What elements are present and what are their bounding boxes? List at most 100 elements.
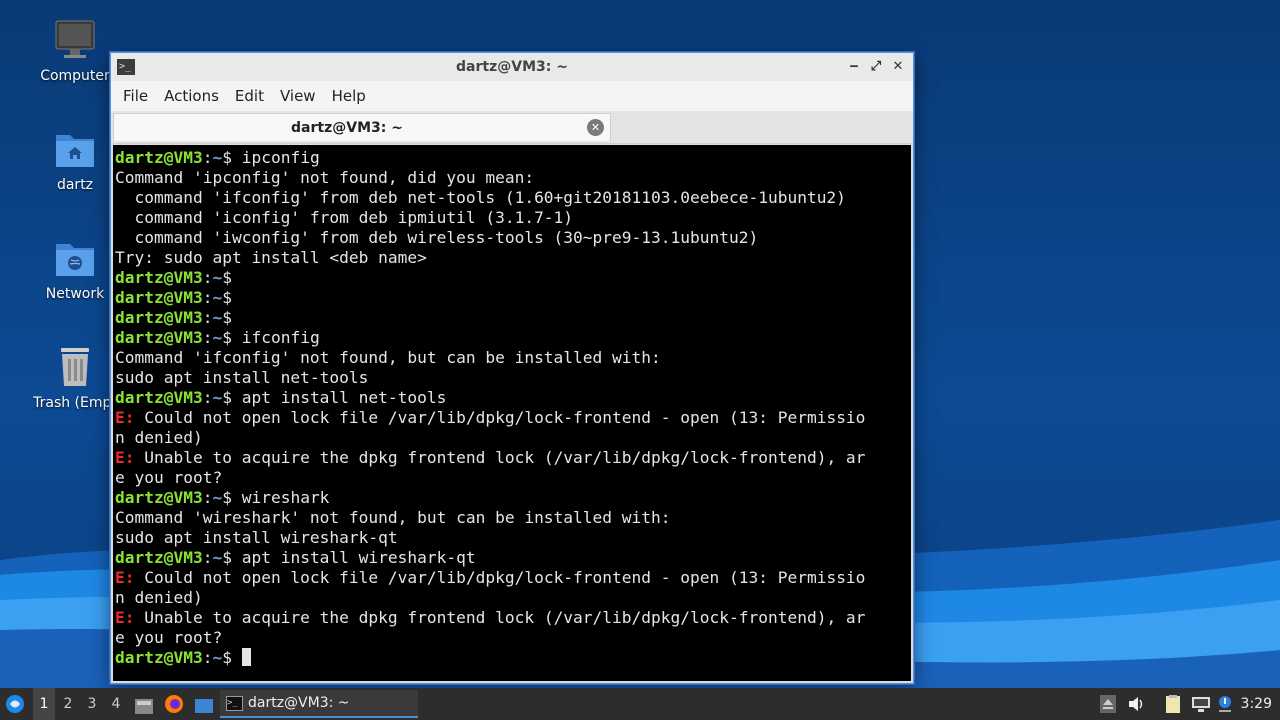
output-text: Try: sudo apt install <deb name> (115, 248, 427, 267)
output-text: sudo apt install net-tools (115, 368, 369, 387)
tab-close-icon[interactable]: ✕ (587, 119, 604, 136)
output-text: command 'ifconfig' from deb net-tools (1… (115, 188, 846, 207)
terminal-line: E: Unable to acquire the dpkg frontend l… (115, 608, 911, 628)
tab-terminal[interactable]: dartz@VM3: ~ ✕ (113, 113, 611, 141)
prompt-symbol: $ (222, 328, 242, 347)
menu-edit[interactable]: Edit (227, 87, 272, 105)
terminal-cursor (241, 648, 251, 666)
terminal-output[interactable]: dartz@VM3:~$ ipconfig Command 'ipconfig' … (113, 145, 911, 681)
network-status-icon[interactable] (1191, 695, 1210, 713)
output-text: e you root? (115, 628, 223, 647)
prompt-symbol: $ (222, 648, 242, 667)
window-titlebar[interactable]: >_ dartz@VM3: ~ ‒ ⤢ ✕ (111, 53, 913, 81)
terminal-line: command 'ifconfig' from deb net-tools (1… (115, 188, 911, 208)
output-text: Command 'wireshark' not found, but can b… (115, 508, 671, 527)
prompt-user: dartz@VM3 (115, 268, 203, 287)
workspace-1[interactable]: 1 (33, 688, 55, 720)
terminal-line: Command 'ifconfig' not found, but can be… (115, 348, 911, 368)
output-text: Command 'ifconfig' not found, but can be… (115, 348, 661, 367)
prompt-colon: : (202, 548, 213, 567)
volume-icon[interactable] (1127, 695, 1145, 713)
terminal-line: n denied) (115, 588, 911, 608)
terminal-line: e you root? (115, 628, 911, 648)
menu-actions[interactable]: Actions (156, 87, 227, 105)
desktop-icon-label: dartz (56, 177, 94, 193)
workspace-3[interactable]: 3 (81, 688, 103, 720)
error-text: Could not open lock file /var/lib/dpkg/l… (134, 568, 866, 587)
output-text: sudo apt install wireshark-qt (115, 528, 398, 547)
error-text: Unable to acquire the dpkg frontend lock… (134, 448, 866, 467)
desktop-icon-label: Network (45, 286, 105, 302)
prompt-colon: : (202, 268, 213, 287)
maximize-button[interactable]: ⤢ (867, 57, 885, 77)
terminal-line: dartz@VM3:~$ (115, 308, 911, 328)
command-text: wireshark (241, 488, 330, 507)
error-prefix: E: (115, 608, 135, 627)
desktop-icon-trash[interactable]: Trash (Empt (27, 345, 123, 411)
error-prefix: E: (115, 448, 135, 467)
file-manager-icon[interactable] (134, 695, 154, 714)
output-text: Command 'ipconfig' not found, did you me… (115, 168, 535, 187)
prompt-symbol: $ (222, 268, 242, 287)
prompt-user: dartz@VM3 (115, 308, 203, 327)
prompt-path: ~ (212, 268, 223, 287)
taskbar-terminal-button[interactable]: >_ dartz@VM3: ~ (220, 690, 418, 718)
taskbar-task-label: dartz@VM3: ~ (248, 695, 350, 711)
desktop-icon-network[interactable]: Network (27, 236, 123, 302)
workspace-4[interactable]: 4 (105, 688, 127, 720)
prompt-user: dartz@VM3 (115, 288, 203, 307)
desktop-icon-computer[interactable]: Computer (27, 18, 123, 84)
close-button[interactable]: ✕ (889, 57, 907, 77)
terminal-line: dartz@VM3:~$ apt install wireshark-qt (115, 548, 911, 568)
error-text: Could not open lock file /var/lib/dpkg/l… (134, 408, 866, 427)
tab-bar: dartz@VM3: ~ ✕ (111, 111, 913, 144)
desktop-icon-home[interactable]: dartz (27, 127, 123, 193)
prompt-user: dartz@VM3 (115, 388, 203, 407)
clipboard-icon[interactable] (1164, 695, 1182, 713)
workspace-2[interactable]: 2 (57, 688, 79, 720)
notification-icon[interactable] (1217, 695, 1235, 713)
prompt-user: dartz@VM3 (115, 488, 203, 507)
output-text: n denied) (115, 428, 203, 447)
prompt-colon: : (202, 648, 213, 667)
desktop-icon-label: Trash (Empt (33, 395, 117, 411)
terminal-line: dartz@VM3:~$ (115, 648, 911, 668)
command-text: apt install wireshark-qt (241, 548, 476, 567)
terminal-line: dartz@VM3:~$ wireshark (115, 488, 911, 508)
prompt-colon: : (202, 388, 213, 407)
error-prefix: E: (115, 408, 135, 427)
output-text: command 'iwconfig' from deb wireless-too… (115, 228, 759, 247)
minimize-button[interactable]: ‒ (845, 57, 863, 77)
window-title: dartz@VM3: ~ (456, 59, 568, 75)
terminal-line: dartz@VM3:~$ ifconfig (115, 328, 911, 348)
menu-view[interactable]: View (272, 87, 324, 105)
terminal-line: Command 'ipconfig' not found, did you me… (115, 168, 911, 188)
error-prefix: E: (115, 568, 135, 587)
menu-file[interactable]: File (115, 87, 156, 105)
start-menu-icon[interactable] (4, 694, 26, 714)
terminal-line: dartz@VM3:~$ ipconfig (115, 148, 911, 168)
terminal-window: >_ dartz@VM3: ~ ‒ ⤢ ✕ File Actions Edit … (110, 52, 914, 684)
window-controls: ‒ ⤢ ✕ (845, 57, 907, 77)
prompt-symbol: $ (222, 308, 242, 327)
prompt-path: ~ (212, 288, 223, 307)
terminal-line: Try: sudo apt install <deb name> (115, 248, 911, 268)
terminal-line: E: Could not open lock file /var/lib/dpk… (115, 568, 911, 588)
eject-icon[interactable] (1100, 695, 1118, 713)
terminal-line: E: Unable to acquire the dpkg frontend l… (115, 448, 911, 468)
menu-help[interactable]: Help (324, 87, 374, 105)
error-text: Unable to acquire the dpkg frontend lock… (134, 608, 866, 627)
prompt-user: dartz@VM3 (115, 548, 203, 567)
prompt-user: dartz@VM3 (115, 148, 203, 167)
terminal-line: n denied) (115, 428, 911, 448)
network-folder-icon (53, 236, 97, 280)
desktop-icon-label: Computer (40, 68, 110, 84)
prompt-path: ~ (212, 328, 223, 347)
output-text: command 'iconfig' from deb ipmiutil (3.1… (115, 208, 574, 227)
show-desktop-icon[interactable] (194, 695, 214, 713)
trash-icon (53, 345, 97, 389)
prompt-path: ~ (212, 488, 223, 507)
firefox-icon[interactable] (163, 693, 185, 715)
prompt-path: ~ (212, 388, 223, 407)
terminal-line: command 'iconfig' from deb ipmiutil (3.1… (115, 208, 911, 228)
